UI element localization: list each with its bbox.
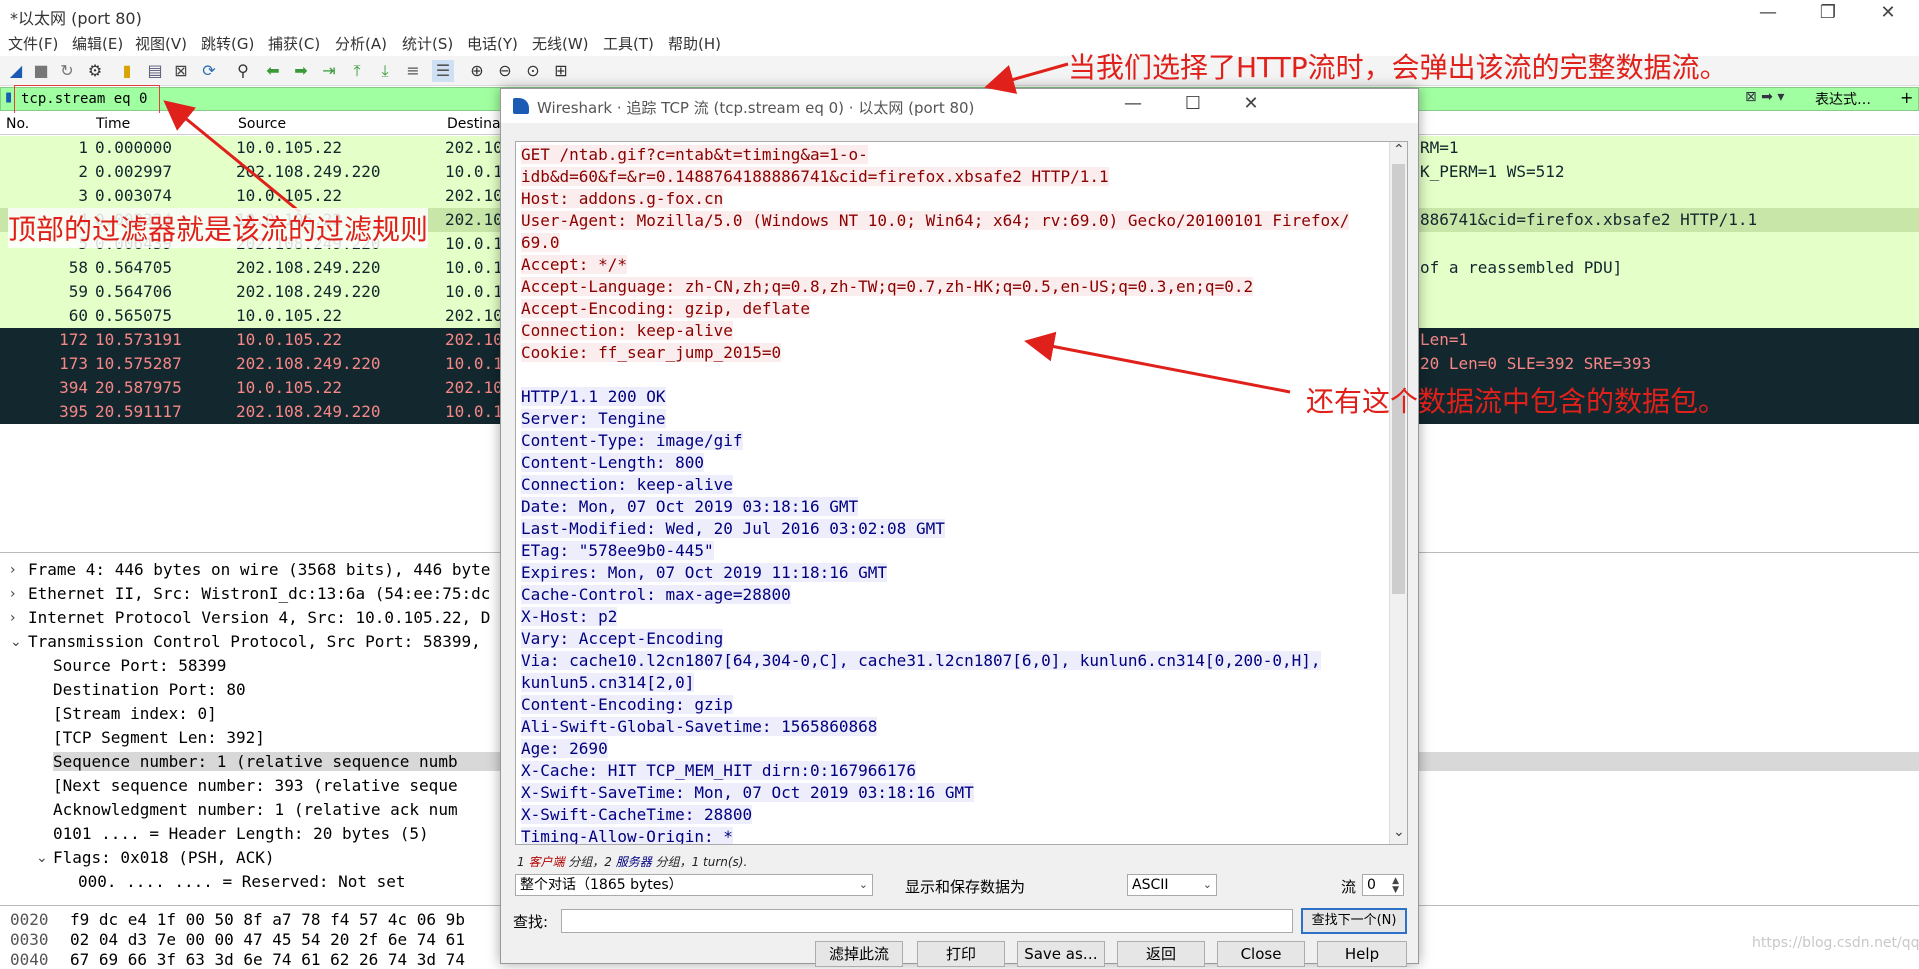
watermark: https://blog.csdn.net/qq_4190112: [1752, 935, 1919, 951]
arrow-to-stream: [1024, 331, 1291, 394]
arrow-to-dialog: [984, 62, 1069, 94]
annotation-left: 顶部的过滤器就是该流的过滤规则: [8, 208, 429, 248]
annotation-right: 还有这个数据流中包含的数据包。: [1306, 385, 1727, 418]
annotation-top: 当我们选择了HTTP流时，会弹出该流的完整数据流。: [1068, 51, 1728, 84]
annotation-arrows: [163, 62, 1291, 394]
arrow-to-filter: [163, 100, 301, 214]
